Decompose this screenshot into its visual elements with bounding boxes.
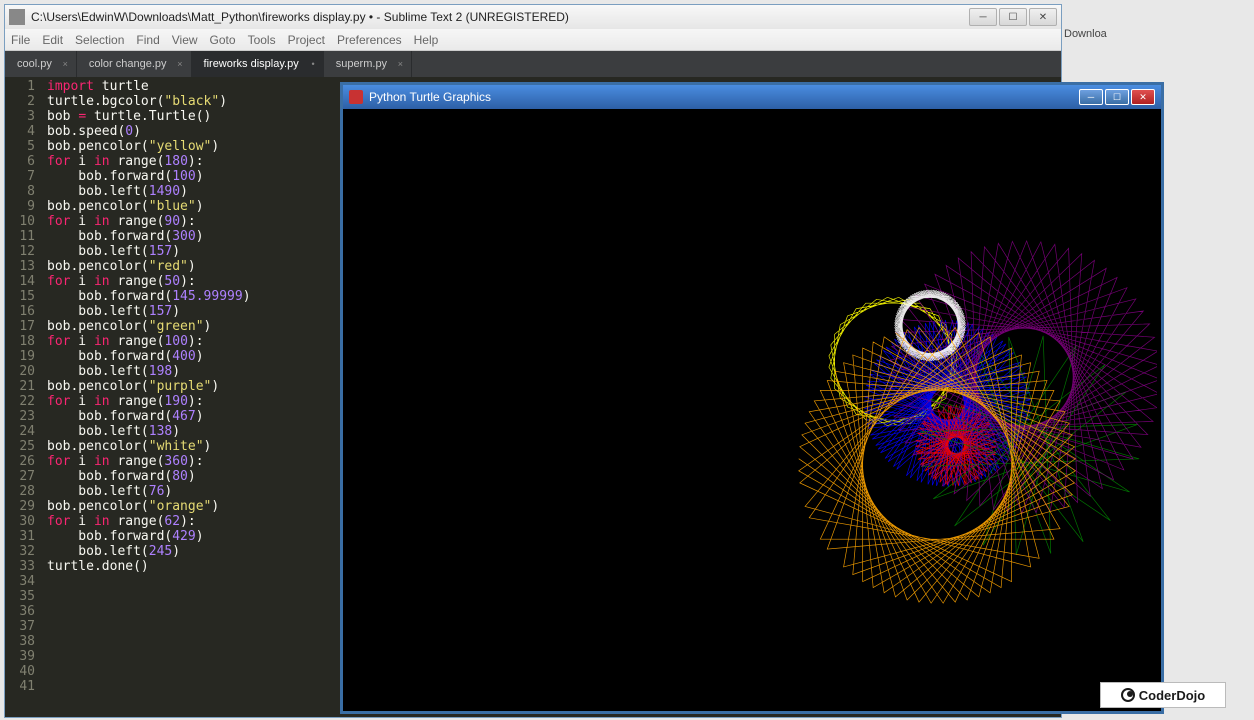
menubar: File Edit Selection Find View Goto Tools Projec… [5,29,1061,51]
menu-tools[interactable]: Tools [248,33,276,47]
menu-file[interactable]: File [11,33,30,47]
turtle-graphics-window: Python Turtle Graphics ─ ☐ ✕ [340,82,1164,714]
tab-close-icon[interactable]: × [398,59,403,69]
minimize-button[interactable]: ─ [969,8,997,26]
turtle-maximize-button[interactable]: ☐ [1105,89,1129,105]
background-browser-fragment: Downloa [1064,28,1254,40]
turtle-close-button[interactable]: ✕ [1131,89,1155,105]
tab-close-icon[interactable]: × [177,59,182,69]
menu-selection[interactable]: Selection [75,33,124,47]
coderdojo-logo: CoderDojo [1100,682,1226,708]
tabbar: cool.py×color change.py×fireworks displa… [5,51,1061,77]
menu-find[interactable]: Find [136,33,159,47]
tab-superm-py[interactable]: superm.py× [324,51,412,77]
tab-fireworks-display-py[interactable]: fireworks display.py• [192,51,324,77]
menu-view[interactable]: View [172,33,198,47]
window-controls: ─ ☐ ✕ [969,8,1057,26]
coderdojo-text: CoderDojo [1139,688,1205,703]
menu-project[interactable]: Project [288,33,325,47]
close-button[interactable]: ✕ [1029,8,1057,26]
turtle-drawing [347,113,1157,707]
turtle-minimize-button[interactable]: ─ [1079,89,1103,105]
sublime-titlebar[interactable]: C:\Users\EdwinW\Downloads\Matt_Python\fi… [5,5,1061,29]
tab-color-change-py[interactable]: color change.py× [77,51,192,77]
menu-edit[interactable]: Edit [42,33,63,47]
turtle-canvas [347,113,1157,707]
turtle-titlebar[interactable]: Python Turtle Graphics ─ ☐ ✕ [343,85,1161,109]
coderdojo-yin-yang-icon [1121,688,1135,702]
turtle-title: Python Turtle Graphics [369,90,1079,104]
tab-close-icon[interactable]: × [63,59,68,69]
menu-goto[interactable]: Goto [210,33,236,47]
maximize-button[interactable]: ☐ [999,8,1027,26]
menu-preferences[interactable]: Preferences [337,33,402,47]
sublime-app-icon [9,9,25,25]
sublime-title: C:\Users\EdwinW\Downloads\Matt_Python\fi… [31,10,969,24]
tab-close-icon[interactable]: • [312,59,315,69]
turtle-window-controls: ─ ☐ ✕ [1079,89,1155,105]
tab-cool-py[interactable]: cool.py× [5,51,77,77]
tk-icon [349,90,363,104]
menu-help[interactable]: Help [414,33,439,47]
download-label: Downloa [1064,28,1107,40]
line-number-gutter: 1234567891011121314151617181920212223242… [5,77,43,717]
